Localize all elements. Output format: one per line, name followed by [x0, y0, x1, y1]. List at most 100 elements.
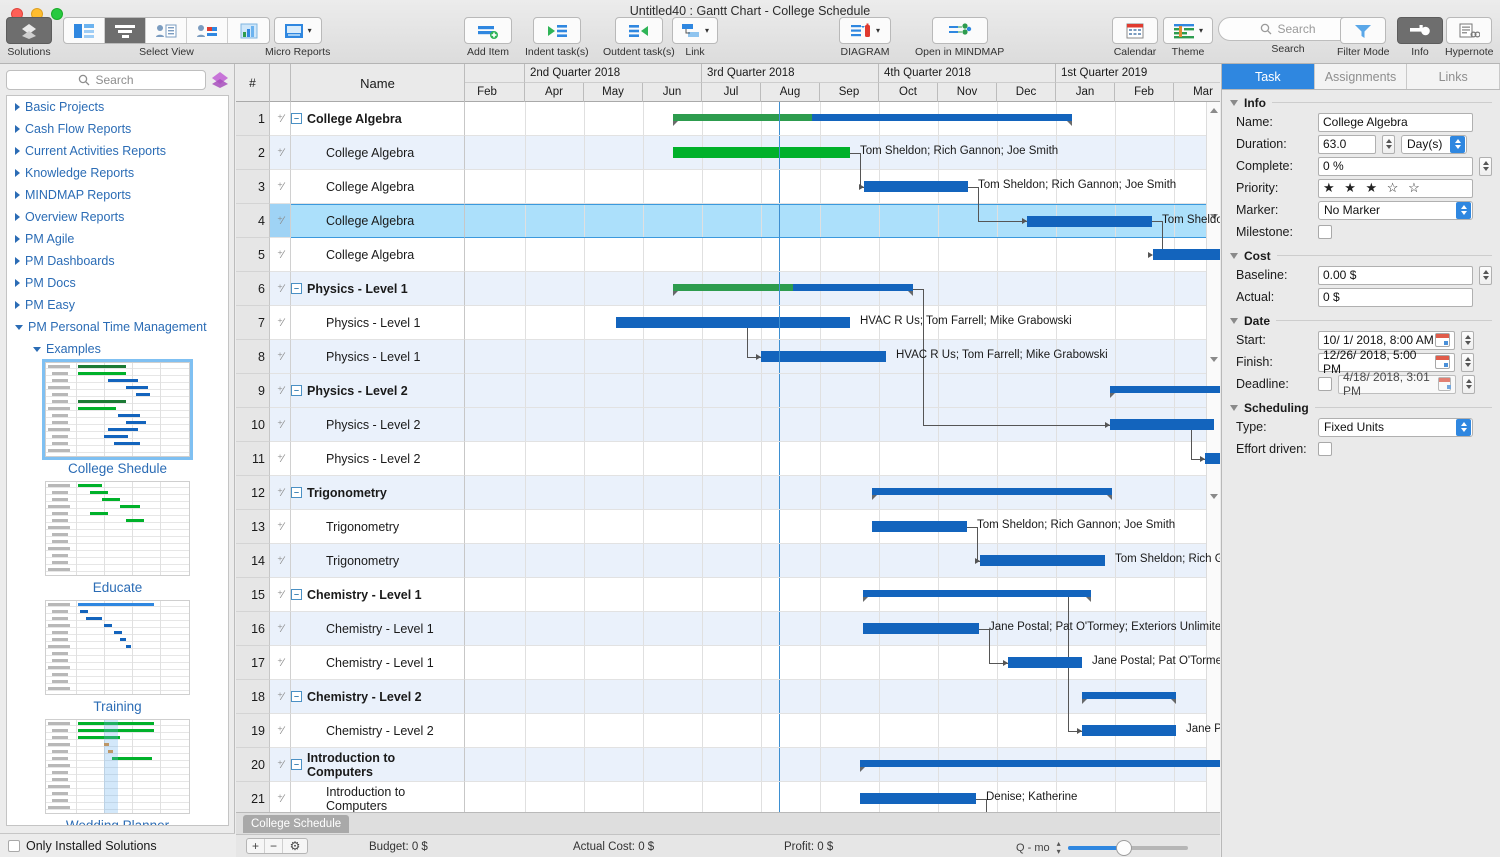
row-name-cell[interactable]: College Algebra	[291, 136, 465, 170]
status-bar-buttons[interactable]: + − ⚙	[246, 838, 308, 854]
calendar-icon[interactable]	[1435, 355, 1450, 369]
zoom-slider[interactable]	[1068, 846, 1188, 850]
disclosure-triangle-closed-icon[interactable]	[15, 213, 20, 221]
only-installed-row[interactable]: Only Installed Solutions	[0, 833, 235, 857]
row-name-cell[interactable]: –Chemistry - Level 1	[291, 578, 465, 612]
row-indicator-cell[interactable]: ⁺∕	[270, 204, 291, 238]
row-indicator-cell[interactable]: ⁺∕	[270, 442, 291, 476]
task-bar[interactable]	[1082, 725, 1176, 736]
finish-stepper[interactable]	[1461, 353, 1474, 372]
marker-select[interactable]: No Marker	[1318, 201, 1473, 220]
view-workload-button[interactable]	[187, 18, 228, 43]
zoom-stepper[interactable]: ▴▾	[1057, 840, 1061, 855]
collapse-expander-icon[interactable]: –	[291, 385, 302, 396]
indent-tasks-button[interactable]	[533, 17, 581, 44]
sidebar-item-current-activities-reports[interactable]: Current Activities Reports	[7, 140, 228, 162]
row-indicator-cell[interactable]: ⁺∕	[270, 136, 291, 170]
summary-bar[interactable]	[860, 760, 1220, 767]
column-header-name[interactable]: Name	[291, 64, 465, 102]
sidebar-item-cash-flow-reports[interactable]: Cash Flow Reports	[7, 118, 228, 140]
duration-input[interactable]: 63.0	[1318, 135, 1376, 154]
task-bar[interactable]	[860, 793, 976, 804]
priority-stars[interactable]: ★ ★ ★ ☆ ☆	[1318, 179, 1473, 198]
row-indicator-cell[interactable]: ⁺∕	[270, 782, 291, 812]
inspector-tabs[interactable]: TaskAssignmentsLinks	[1222, 64, 1500, 90]
task-bar[interactable]	[864, 181, 968, 192]
solutions-button[interactable]	[6, 17, 52, 44]
template-thumbnail[interactable]	[45, 719, 190, 814]
disclosure-triangle-closed-icon[interactable]	[15, 279, 20, 287]
section-scheduling[interactable]: Scheduling	[1222, 399, 1500, 416]
filter-mode-button[interactable]	[1340, 17, 1386, 44]
hypernote-button[interactable]	[1446, 17, 1492, 44]
row-indicator-cell[interactable]: ⁺∕	[270, 646, 291, 680]
row-indicator-cell[interactable]: ⁺∕	[270, 238, 291, 272]
row-name-cell[interactable]: College Algebra	[291, 238, 465, 272]
sidebar-item-overview-reports[interactable]: Overview Reports	[7, 206, 228, 228]
duration-stepper[interactable]	[1382, 135, 1395, 154]
milestone-checkbox[interactable]	[1318, 225, 1332, 239]
template-thumbnail[interactable]	[45, 600, 190, 695]
section-info[interactable]: Info	[1222, 94, 1500, 111]
row-indicator-cell[interactable]: ⁺∕	[270, 306, 291, 340]
baseline-stepper[interactable]	[1479, 266, 1492, 285]
view-resources-button[interactable]	[146, 18, 187, 43]
add-item-button[interactable]	[464, 17, 512, 44]
collapse-expander-icon[interactable]: –	[291, 487, 302, 498]
task-bar[interactable]	[1110, 419, 1214, 430]
sidebar-item-pm-agile[interactable]: PM Agile	[7, 228, 228, 250]
row-name-cell[interactable]: –Physics - Level 1	[291, 272, 465, 306]
disclosure-triangle-closed-icon[interactable]	[15, 125, 20, 133]
row-name-cell[interactable]: Physics - Level 1	[291, 306, 465, 340]
micro-reports-button[interactable]: ▾	[274, 17, 322, 44]
add-row-button[interactable]: +	[247, 839, 265, 854]
row-indicator-cell[interactable]: ⁺∕	[270, 578, 291, 612]
summary-bar[interactable]	[1110, 386, 1220, 393]
sidebar-item-basic-projects[interactable]: Basic Projects	[7, 96, 228, 118]
sidebar-search-input[interactable]: Search	[6, 70, 206, 90]
row-indicator-cell[interactable]: ⁺∕	[270, 170, 291, 204]
row-name-cell[interactable]: Chemistry - Level 1	[291, 646, 465, 680]
row-name-cell[interactable]: –Trigonometry	[291, 476, 465, 510]
link-button[interactable]: ▾	[672, 17, 718, 44]
template-thumbnail[interactable]	[45, 362, 190, 457]
start-input[interactable]: 10/ 1/ 2018, 8:00 AM	[1318, 331, 1455, 350]
select-view-segmented[interactable]	[63, 17, 270, 44]
task-bar[interactable]	[673, 147, 850, 158]
duration-unit-select[interactable]: Day(s)	[1401, 135, 1467, 154]
task-bar[interactable]	[863, 623, 979, 634]
disclosure-triangle-icon[interactable]	[1230, 253, 1238, 259]
row-indicator-cell[interactable]: ⁺∕	[270, 408, 291, 442]
row-name-cell[interactable]: Chemistry - Level 2	[291, 714, 465, 748]
row-name-cell[interactable]: College Algebra	[291, 204, 465, 238]
finish-input[interactable]: 12/26/ 2018, 5:00 PM	[1318, 353, 1455, 372]
summary-bar[interactable]	[1082, 692, 1176, 699]
row-name-cell[interactable]: Physics - Level 1	[291, 340, 465, 374]
deadline-checkbox[interactable]	[1318, 377, 1332, 391]
collapse-expander-icon[interactable]: –	[291, 759, 302, 770]
sidebar-item-examples[interactable]: Examples	[7, 338, 228, 360]
diagram-button[interactable]: ▾	[839, 17, 891, 44]
row-indicator-cell[interactable]: ⁺∕	[270, 272, 291, 306]
calendar-icon[interactable]	[1438, 377, 1451, 391]
document-tab-college-schedule[interactable]: College Schedule	[243, 815, 349, 833]
settings-gear-button[interactable]: ⚙	[283, 839, 307, 854]
template-college-shedule[interactable]: College Shedule	[7, 362, 228, 479]
section-cost[interactable]: Cost	[1222, 247, 1500, 264]
sidebar-item-pm-easy[interactable]: PM Easy	[7, 294, 228, 316]
baseline-input[interactable]: 0.00 $	[1318, 266, 1473, 285]
row-name-cell[interactable]: –College Algebra	[291, 102, 465, 136]
zoom-slider-knob[interactable]	[1116, 840, 1132, 856]
task-bar[interactable]	[1008, 657, 1082, 668]
row-indicator-cell[interactable]: ⁺∕	[270, 714, 291, 748]
row-name-cell[interactable]: Introduction to Computers	[291, 782, 465, 812]
task-bar[interactable]	[980, 555, 1105, 566]
theme-button[interactable]: ▾	[1163, 17, 1213, 44]
row-name-cell[interactable]: –Physics - Level 2	[291, 374, 465, 408]
template-training[interactable]: Training	[7, 600, 228, 717]
disclosure-triangle-closed-icon[interactable]	[15, 103, 20, 111]
row-name-cell[interactable]: Trigonometry	[291, 544, 465, 578]
row-name-cell[interactable]: Physics - Level 2	[291, 442, 465, 476]
open-in-mindmap-button[interactable]	[932, 17, 988, 44]
disclosure-triangle-closed-icon[interactable]	[15, 147, 20, 155]
